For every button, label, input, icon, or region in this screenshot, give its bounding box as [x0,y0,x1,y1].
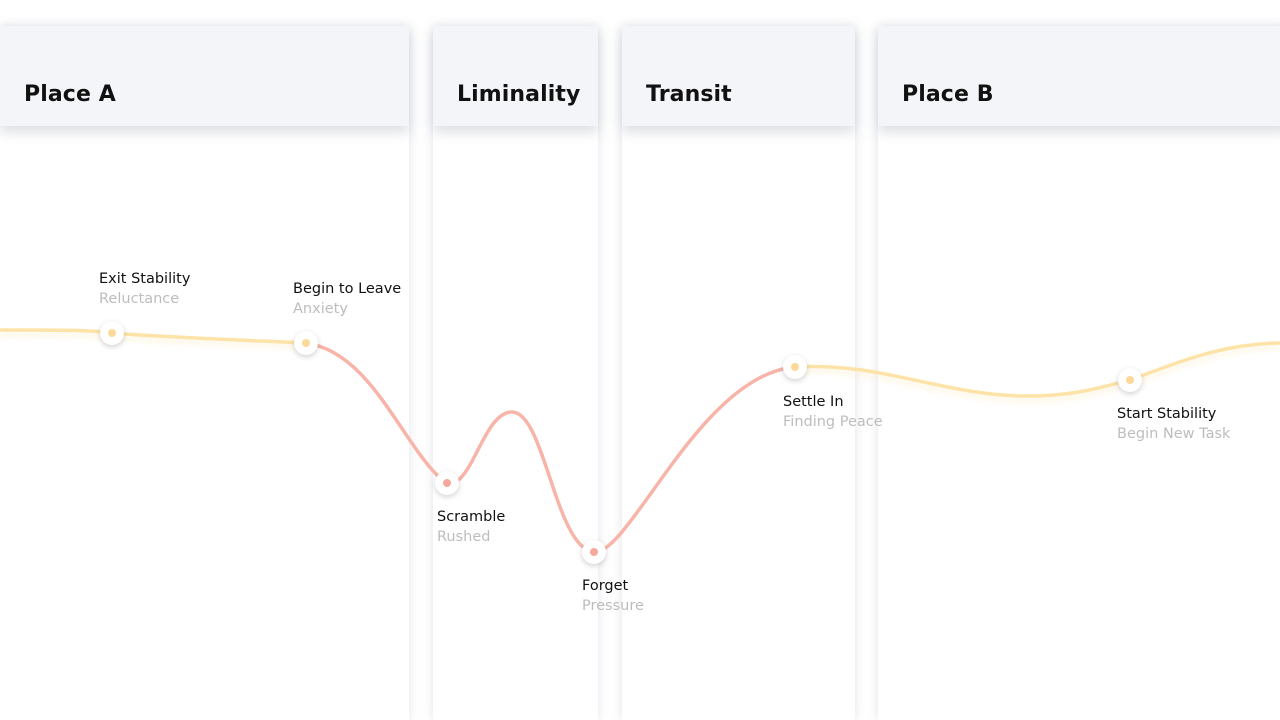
stage-name: Exit Stability [99,271,191,287]
stage-name: Forget [582,578,629,594]
stage-feeling: Reluctance [99,291,180,307]
stage-dot [443,479,451,487]
stage-feeling: Rushed [437,529,491,545]
stage-dot [1126,376,1134,384]
stage-marker [435,471,459,495]
stage-feeling: Pressure [582,598,644,614]
stage-label: Begin to Leave Anxiety [293,279,401,319]
stage-dot [108,329,116,337]
stage-marker [783,355,807,379]
stage-label: Settle In Finding Peace [783,392,883,432]
stage-marker [1118,368,1142,392]
stage-feeling: Anxiety [293,301,348,317]
stage-dot [590,548,598,556]
stage-dot [791,363,799,371]
stage-name: Start Stability [1117,406,1217,422]
journey-diagram: Place A Liminality Transit Place B Exit … [0,0,1280,720]
stage-label: Scramble Rushed [437,507,505,547]
curve-segment-stable [793,341,1280,398]
stage-marker [100,321,124,345]
stage-feeling: Finding Peace [783,414,883,430]
stage-feeling: Begin New Task [1117,426,1231,442]
stage-marker [582,540,606,564]
stage-name: Begin to Leave [293,281,402,297]
stage-name: Settle In [783,394,844,410]
stage-label: Forget Pressure [582,576,644,616]
stage-name: Scramble [437,509,506,525]
stage-label: Start Stability Begin New Task [1117,404,1230,444]
curve-segment-stress [304,341,797,554]
stage-label: Exit Stability Reluctance [99,269,190,309]
stage-dot [302,339,310,347]
stage-marker [294,331,318,355]
